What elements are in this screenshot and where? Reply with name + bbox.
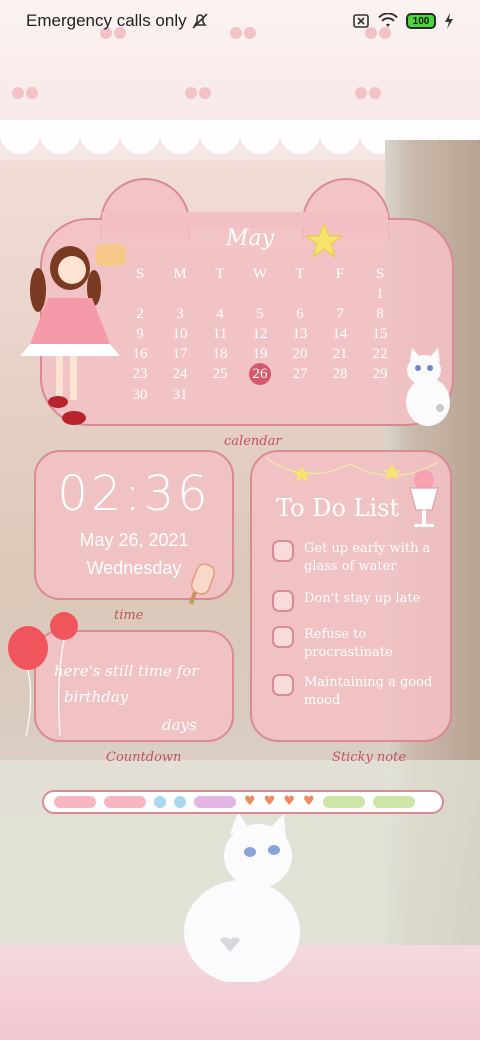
calendar-day-empty: [320, 284, 360, 304]
todo-checkbox[interactable]: [272, 674, 294, 696]
heart-icon: ♥: [302, 794, 315, 809]
todo-item-text: Refuse to procrastinate: [304, 627, 393, 660]
calendar-day-empty: [200, 284, 240, 304]
calendar-day-empty: [240, 284, 280, 304]
countdown-line2: birthday: [64, 688, 129, 706]
calendar-day[interactable]: 24: [160, 364, 200, 384]
weekday-header: M: [173, 266, 187, 282]
color-pill: [194, 796, 236, 808]
calendar-day-empty: [280, 385, 320, 405]
calendar-day[interactable]: 1: [360, 284, 400, 304]
weekday-header: F: [335, 266, 345, 282]
popsicle-icon: [189, 563, 216, 605]
parfait-icon: [409, 470, 439, 527]
calendar-day[interactable]: 12: [240, 324, 280, 344]
notification-off-icon: [192, 13, 208, 29]
countdown-label: Countdown: [106, 750, 182, 765]
calendar-day[interactable]: 20: [280, 344, 320, 364]
todo-item-text: Maintaining a good mood: [304, 675, 433, 708]
calendar-day-empty: [320, 385, 360, 405]
color-dot: [154, 796, 166, 808]
calendar-day[interactable]: 31: [160, 385, 200, 405]
calendar-day[interactable]: 22: [360, 344, 400, 364]
no-sim-icon: [353, 14, 369, 28]
calendar-day-empty: [160, 284, 200, 304]
calendar-day[interactable]: 4: [200, 304, 240, 324]
clock-display: 02:36: [57, 466, 211, 522]
sticky-note-label: Sticky note: [332, 750, 407, 765]
date-display: May 26, 2021: [79, 530, 189, 550]
todo-checkbox[interactable]: [272, 626, 294, 648]
calendar-day[interactable]: 3: [160, 304, 200, 324]
time-label: time: [114, 608, 144, 623]
calendar-day[interactable]: 7: [320, 304, 360, 324]
calendar-day[interactable]: 18: [200, 344, 240, 364]
color-pill: [372, 796, 415, 808]
flower-decoration: [12, 80, 38, 106]
weekday-header: W: [252, 266, 268, 282]
heart-icon: ♥: [263, 794, 276, 809]
status-bar: Emergency calls only 100: [0, 0, 480, 42]
todo-item[interactable]: Refuse to procrastinate: [272, 626, 434, 662]
todo-item[interactable]: Get up early with a glass of water: [272, 540, 434, 576]
weekday-header: T: [295, 266, 305, 282]
calendar-day[interactable]: 5: [240, 304, 280, 324]
calendar-day-empty: [280, 284, 320, 304]
calendar-day[interactable]: 8: [360, 304, 400, 324]
weekday-header: S: [375, 266, 385, 282]
calendar-day[interactable]: 11: [200, 324, 240, 344]
carrier-text: Emergency calls only: [26, 11, 187, 30]
todo-item-text: Don't stay up late: [304, 591, 421, 606]
calendar-day-empty: [360, 385, 400, 405]
weekday-header: T: [215, 266, 225, 282]
calendar-day-empty: [240, 385, 280, 405]
calendar-day-today[interactable]: 26: [249, 363, 271, 385]
calendar-day[interactable]: 14: [320, 324, 360, 344]
countdown-days: days: [162, 716, 197, 734]
calendar-day-empty: [200, 385, 240, 405]
countdown-line1: here's still time for: [54, 662, 199, 680]
star-icon: [304, 222, 344, 259]
todo-item[interactable]: Maintaining a good mood: [272, 674, 434, 710]
todo-item-text: Get up early with a glass of water: [304, 541, 431, 574]
charging-icon: [445, 13, 453, 29]
battery-icon: 100: [406, 13, 436, 29]
calendar-day[interactable]: 25: [200, 364, 240, 384]
decorative-bar: ♥ ♥ ♥ ♥: [42, 790, 444, 814]
calendar-day[interactable]: 21: [320, 344, 360, 364]
calendar-day[interactable]: 6: [280, 304, 320, 324]
todo-checkbox[interactable]: [272, 540, 294, 562]
calendar-grid: S M T W T F S 1 2 3 4 5 6 7 8 9 10 11 12 13 14 15 16 17 18 19 20 21…: [120, 264, 400, 405]
todo-title: To Do List: [276, 494, 400, 522]
color-pill: [104, 796, 146, 808]
flower-decoration: [355, 80, 381, 106]
heart-icon: ♥: [283, 794, 295, 809]
color-pill: [54, 796, 96, 808]
calendar-day[interactable]: 19: [240, 344, 280, 364]
calendar-label: calendar: [224, 434, 282, 449]
wifi-icon: [378, 13, 398, 27]
calendar-day[interactable]: 29: [360, 364, 400, 384]
color-pill: [322, 796, 365, 808]
calendar-day[interactable]: 15: [360, 324, 400, 344]
color-dot: [174, 796, 186, 808]
todo-item[interactable]: Don't stay up late: [272, 590, 434, 612]
calendar-month: May: [225, 226, 275, 251]
flower-decoration: [185, 80, 211, 106]
cat-illustration: [184, 812, 300, 982]
calendar-day[interactable]: 10: [160, 324, 200, 344]
heart-icon: ♥: [244, 794, 256, 809]
girl-illustration: [20, 244, 126, 425]
todo-checkbox[interactable]: [272, 590, 294, 612]
calendar-day[interactable]: 17: [160, 344, 200, 364]
calendar-day[interactable]: 27: [280, 364, 320, 384]
calendar-day[interactable]: 28: [320, 364, 360, 384]
calendar-day[interactable]: 13: [280, 324, 320, 344]
kitten-illustration: [406, 348, 450, 426]
